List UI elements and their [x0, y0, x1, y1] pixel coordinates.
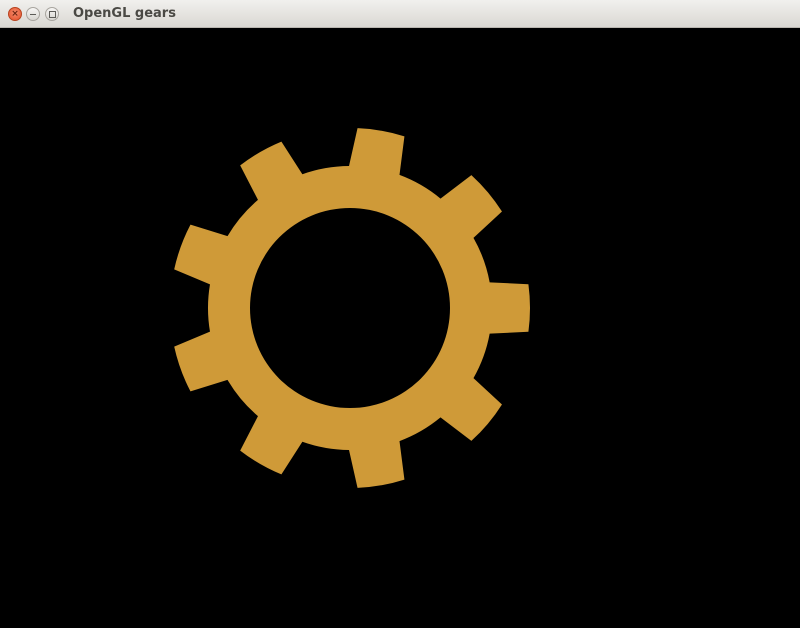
- maximize-icon: [49, 11, 56, 18]
- close-icon: ×: [11, 9, 19, 19]
- app-window: × OpenGL gears: [0, 0, 800, 628]
- close-button[interactable]: ×: [8, 7, 22, 21]
- gear-scene: [174, 128, 531, 488]
- maximize-button[interactable]: [45, 7, 59, 21]
- minimize-button[interactable]: [26, 7, 40, 21]
- gl-canvas[interactable]: [0, 28, 800, 628]
- gear: [174, 128, 531, 488]
- window-title: OpenGL gears: [73, 6, 176, 21]
- title-bar[interactable]: × OpenGL gears: [0, 0, 800, 28]
- minimize-icon: [30, 14, 36, 15]
